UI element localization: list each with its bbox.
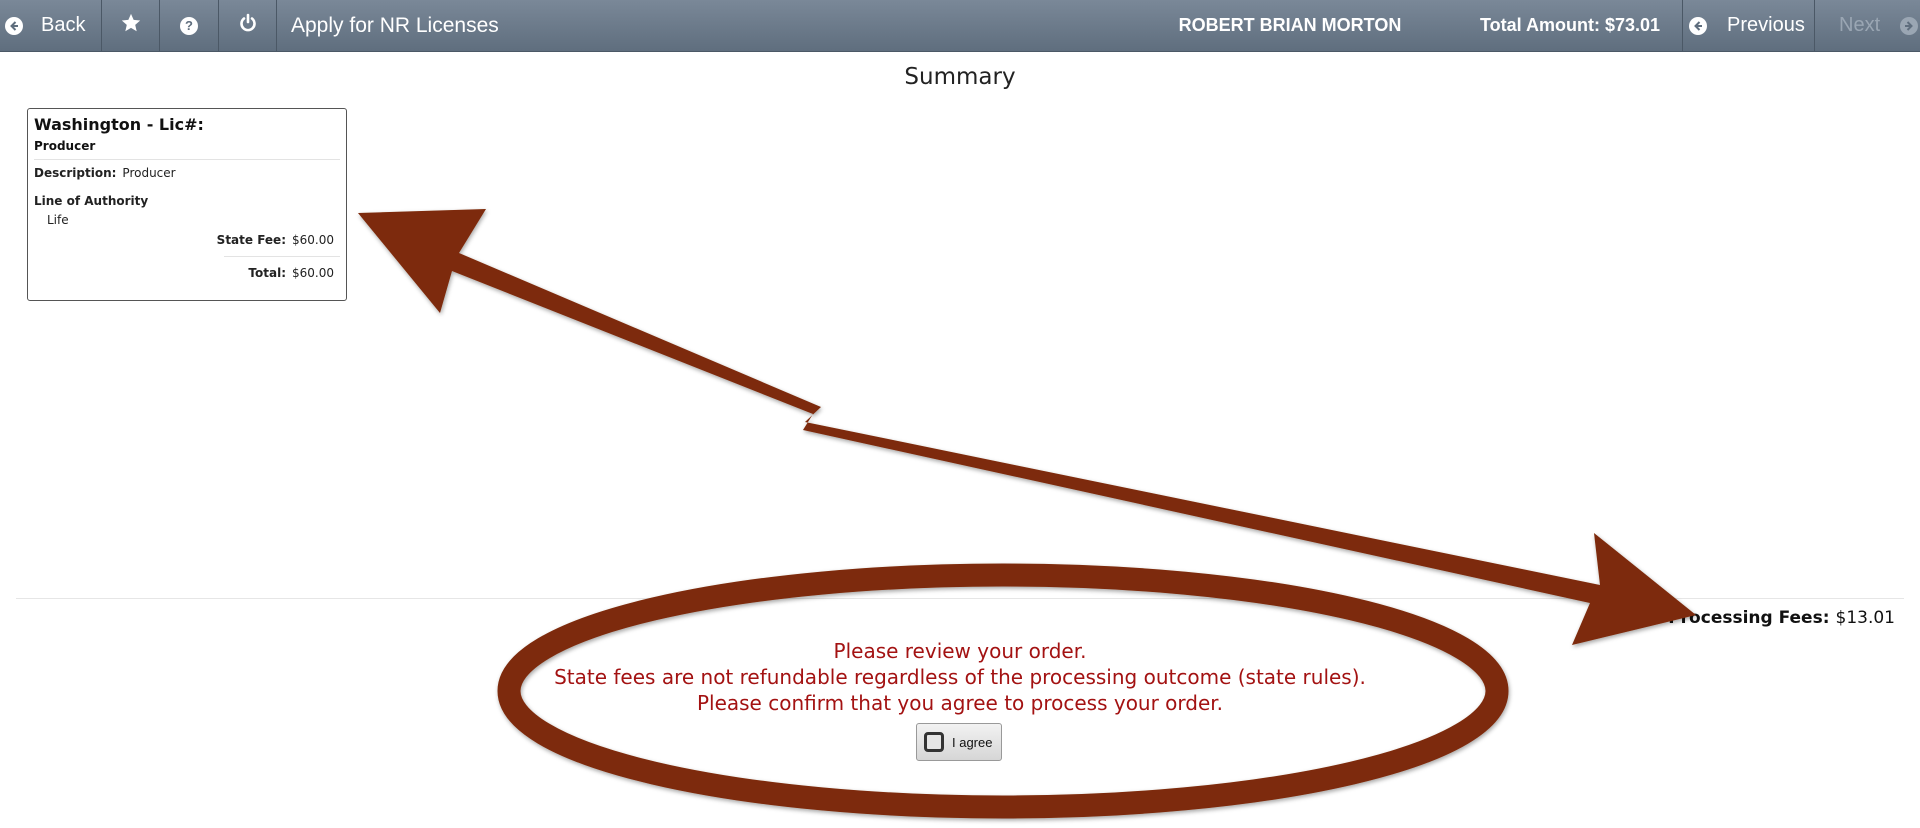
next-label: Next bbox=[1839, 14, 1881, 36]
back-button[interactable]: Back bbox=[0, 0, 102, 51]
processing-fees: Processing Fees: $13.01 bbox=[1668, 608, 1895, 628]
license-divider bbox=[224, 256, 340, 257]
next-button[interactable]: Next bbox=[1815, 0, 1920, 51]
section-divider bbox=[16, 598, 1904, 599]
description-value: Producer bbox=[122, 166, 176, 180]
license-total-label: Total: bbox=[248, 266, 286, 280]
license-description: Description: Producer bbox=[34, 166, 340, 180]
license-title: Washington - Lic#: bbox=[34, 115, 204, 134]
notice-line-1: Please review your order. bbox=[833, 639, 1087, 663]
agree-checkbox[interactable] bbox=[924, 732, 944, 752]
previous-label: Previous bbox=[1727, 14, 1805, 36]
power-icon bbox=[238, 13, 258, 39]
license-total-row: Total: $60.00 bbox=[34, 266, 340, 280]
notice-line-3: Please confirm that you agree to process… bbox=[696, 691, 1224, 715]
annotation-arrow bbox=[358, 209, 1696, 645]
total-amount: Total Amount: $73.01 bbox=[1480, 15, 1661, 35]
help-icon: ? bbox=[180, 16, 198, 35]
star-icon bbox=[120, 12, 142, 40]
description-label: Description: bbox=[34, 166, 117, 180]
user-name: ROBERT BRIAN MORTON bbox=[1178, 15, 1402, 35]
help-button[interactable]: ? bbox=[160, 0, 219, 51]
license-card: Washington - Lic#: Producer Description:… bbox=[27, 108, 347, 301]
next-arrow-icon bbox=[1900, 16, 1919, 35]
previous-button[interactable]: Previous bbox=[1682, 0, 1815, 51]
agree-button[interactable]: I agree bbox=[916, 723, 1002, 761]
processing-fees-label: Processing Fees: bbox=[1668, 608, 1830, 628]
line-of-authority-item: Life bbox=[47, 213, 69, 227]
order-notice: Please review your order. State fees are… bbox=[0, 638, 1920, 716]
favorite-button[interactable] bbox=[102, 0, 160, 51]
processing-fees-value: $13.01 bbox=[1835, 608, 1895, 628]
back-arrow-icon bbox=[5, 16, 23, 35]
notice-line-2: State fees are not refundable regardless… bbox=[554, 665, 1366, 689]
summary-title: Summary bbox=[904, 64, 1016, 90]
logout-button[interactable] bbox=[219, 0, 277, 51]
page: Back ? Apply for NR Licenses ROBERT BRIA… bbox=[0, 0, 1920, 828]
license-total-value: $60.00 bbox=[292, 266, 334, 280]
state-fee-label: State Fee: bbox=[216, 233, 286, 247]
app-title: Apply for NR Licenses bbox=[291, 13, 499, 37]
top-toolbar: Back ? Apply for NR Licenses ROBERT BRIA… bbox=[0, 0, 1920, 52]
agree-label: I agree bbox=[952, 734, 993, 750]
state-fee-row: State Fee: $60.00 bbox=[34, 233, 340, 247]
state-fee-value: $60.00 bbox=[292, 233, 334, 247]
previous-arrow-icon bbox=[1689, 16, 1707, 35]
back-label: Back bbox=[41, 14, 86, 36]
line-of-authority-label: Line of Authority bbox=[34, 194, 149, 208]
license-type: Producer bbox=[34, 139, 340, 160]
